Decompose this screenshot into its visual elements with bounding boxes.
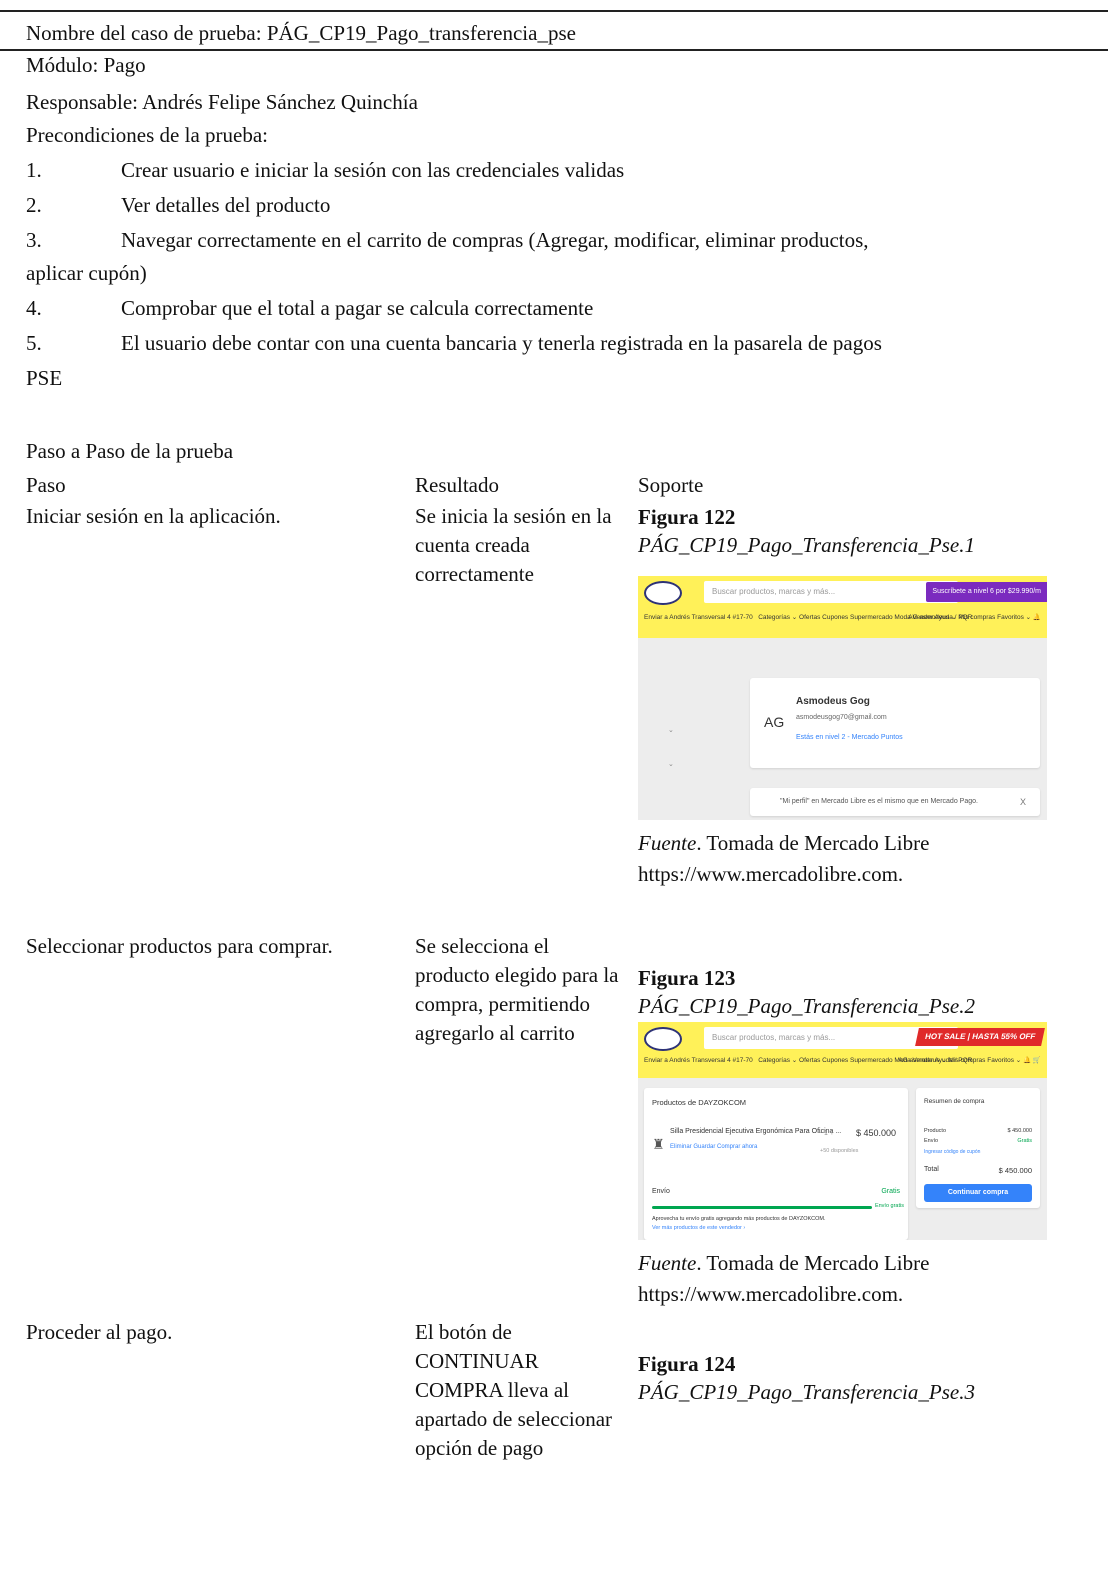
profile-card: AG Asmodeus Gog asmodeusgog70@gmail.com … xyxy=(750,678,1040,768)
column-header-step: Paso xyxy=(26,473,66,497)
responsible-label: Responsable: Andrés Felipe Sánchez Quinc… xyxy=(26,90,418,114)
total-label: Total xyxy=(924,1166,939,1173)
precondition-item: 2. Ver detalles del producto xyxy=(26,193,331,217)
product-price: $ 450.000 xyxy=(856,1128,897,1138)
preconditions-title: Precondiciones de la prueba: xyxy=(26,123,268,147)
column-header-support: Soporte xyxy=(638,473,704,497)
test-case-name: Nombre del caso de prueba: PÁG_CP19_Pago… xyxy=(26,21,576,45)
chair-icon: ♜ xyxy=(652,1136,665,1152)
step-2-result: Se selecciona el producto elegido para l… xyxy=(415,934,619,1045)
column-header-result: Resultado xyxy=(415,473,499,497)
ml-profile-body: ⌄ ⌄ AG Asmodeus Gog asmodeusgog70@gmail.… xyxy=(638,638,1047,820)
summary-product-label: Producto xyxy=(924,1128,947,1134)
shipping-value: Gratis xyxy=(881,1188,900,1195)
stock-label: +50 disponibles xyxy=(820,1148,859,1154)
precondition-item: 5. El usuario debe contar con una cuenta … xyxy=(26,331,882,355)
chevron-down-icon: ⌄ xyxy=(668,727,674,734)
summary-title: Resumen de compra xyxy=(924,1098,985,1105)
seller-title: Productos de DAYZOKCOM xyxy=(652,1098,747,1107)
notice-text: "Mi perfil" en Mercado Libre es el mismo… xyxy=(780,798,978,805)
module-label: Módulo: Pago xyxy=(26,53,146,77)
figure-123-screenshot: Buscar productos, marcas y más... HOT SA… xyxy=(638,1022,1047,1240)
document-page: Nombre del caso de prueba: PÁG_CP19_Pago… xyxy=(0,0,1108,1590)
product-title: Silla Presidencial Ejecutiva Ergonómica … xyxy=(670,1128,842,1135)
ml-header: Buscar productos, marcas y más... HOT SA… xyxy=(638,1022,1047,1078)
ml-subscription-banner: Suscríbete a nivel 6 por $29.990/m xyxy=(926,582,1047,602)
precondition-continuation: PSE xyxy=(26,366,63,390)
step-2-text: Seleccionar productos para comprar. xyxy=(26,934,333,958)
top-rule xyxy=(0,10,1108,12)
precondition-item: 3. Navegar correctamente en el carrito de… xyxy=(26,228,869,252)
step-3-result: El botón de CONTINUAR COMPRA lleva al ap… xyxy=(415,1320,613,1460)
precondition-continuation: aplicar cupón) xyxy=(26,261,147,285)
shipping-label: Envío xyxy=(652,1188,670,1195)
profile-level: Estás en nivel 2 - Mercado Puntos xyxy=(796,734,903,741)
close-icon: X xyxy=(1019,797,1026,807)
continue-purchase-button: Continuar compra xyxy=(924,1184,1032,1202)
precondition-item: 4. Comprobar que el total a pagar se calc… xyxy=(26,296,594,320)
figure-122-screenshot: Buscar productos, marcas y más... Suscrí… xyxy=(638,576,1047,820)
figure-124-caption: Figura 124 PÁG_CP19_Pago_Transferencia_P… xyxy=(638,1352,975,1404)
step-1-result: Se inicia la sesión en la cuenta creada … xyxy=(415,504,612,586)
product-actions: Eliminar Guardar Comprar ahora xyxy=(670,1144,758,1150)
figure-123-source: Fuente. Tomada de Mercado Libre https://… xyxy=(638,1251,930,1306)
summary-card: Resumen de compra Producto $ 450.000 Env… xyxy=(916,1088,1040,1208)
more-products-link: Ver más productos de este vendedor › xyxy=(652,1225,746,1231)
profile-email: asmodeusgog70@gmail.com xyxy=(796,714,887,721)
precondition-item: 1. Crear usuario e iniciar la sesión con … xyxy=(26,158,625,182)
figure-123-caption: Figura 123 PÁG_CP19_Pago_Transferencia_P… xyxy=(638,966,975,1018)
figure-122-source: Fuente. Tomada de Mercado Libre https://… xyxy=(638,831,930,886)
quantity-stepper: − 1 + xyxy=(818,1130,834,1137)
hot-sale-banner: HOT SALE | HASTA 55% OFF xyxy=(914,1028,1045,1046)
ml-cart-body: Productos de DAYZOKCOM ♜ Silla Presidenc… xyxy=(638,1078,1047,1240)
free-shipping-progress xyxy=(652,1206,872,1209)
ml-nav-right: AG asmodeus ⌄ Mis compras Favoritos ⌄ 🔔 … xyxy=(898,1057,1041,1064)
chevron-down-icon: ⌄ xyxy=(668,761,674,768)
coupon-link: Ingresar código de cupón xyxy=(924,1149,981,1155)
ml-header: Buscar productos, marcas y más... Suscrí… xyxy=(638,576,1047,638)
cart-card: Productos de DAYZOKCOM ♜ Silla Presidenc… xyxy=(644,1088,908,1240)
avatar: AG xyxy=(764,714,785,730)
summary-shipping-label: Envío xyxy=(924,1138,939,1144)
summary-product-value: $ 450.000 xyxy=(1007,1128,1032,1134)
mercadolibre-logo-icon xyxy=(644,1027,682,1051)
summary-shipping-value: Gratis xyxy=(1017,1138,1032,1144)
ml-nav-right: AG asmodeus ⌄ Mis compras Favoritos ⌄ 🔔 xyxy=(908,614,1041,621)
profile-notice: "Mi perfil" en Mercado Libre es el mismo… xyxy=(750,788,1040,816)
mercadolibre-logo-icon xyxy=(644,581,682,605)
ml-search-input: Buscar productos, marcas y más... xyxy=(704,581,958,603)
steps-title: Paso a Paso de la prueba xyxy=(26,439,234,463)
header-rule xyxy=(0,49,1108,51)
promo-text: Aprovecha tu envío gratis agregando más … xyxy=(652,1216,826,1222)
free-shipping-label: Envío gratis xyxy=(874,1203,904,1209)
step-3-text: Proceder al pago. xyxy=(26,1320,173,1344)
profile-name: Asmodeus Gog xyxy=(796,696,870,707)
step-1-text: Iniciar sesión en la aplicación. xyxy=(26,504,281,528)
figure-122-caption: Figura 122 PÁG_CP19_Pago_Transferencia_P… xyxy=(638,505,975,557)
total-value: $ 450.000 xyxy=(998,1166,1032,1175)
